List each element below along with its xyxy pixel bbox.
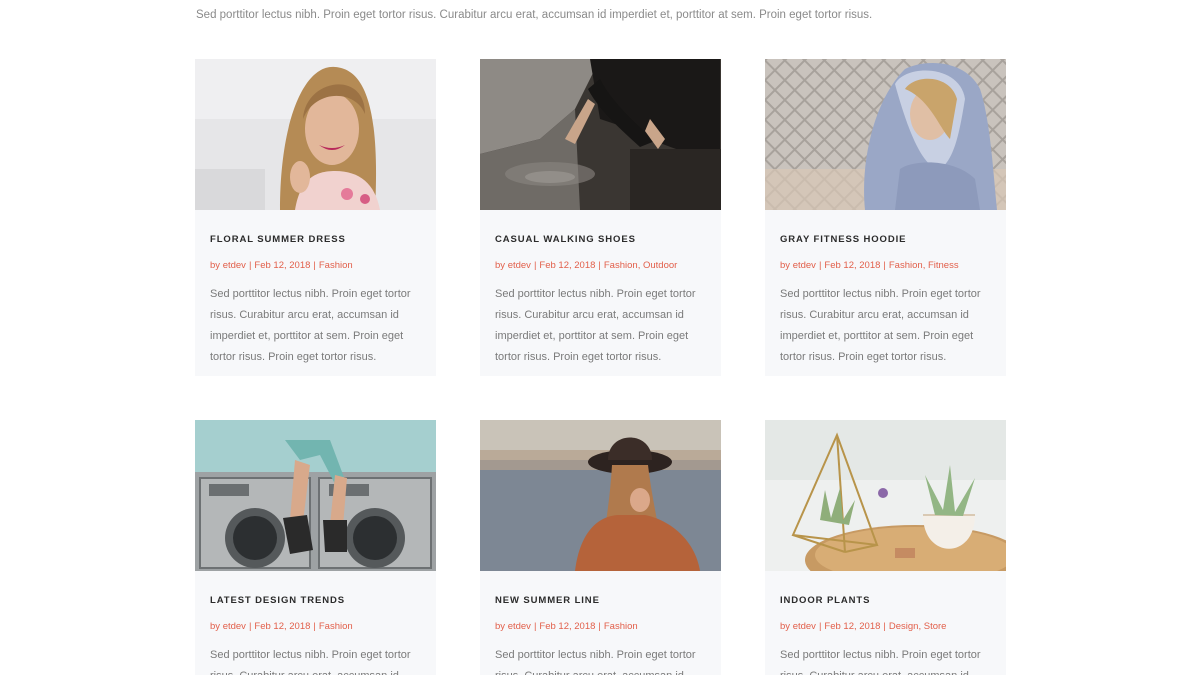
author-link[interactable]: etdev [793, 260, 816, 271]
category-link[interactable]: Fashion [604, 260, 638, 271]
laundromat-photo [195, 420, 436, 571]
post-meta: by etdev | Feb 12, 2018 | Design, Store [780, 621, 947, 632]
post-title[interactable]: NEW SUMMER LINE [495, 595, 706, 606]
post-meta: by etdev | Feb 12, 2018 | Fashion [210, 260, 353, 271]
post-image-link[interactable] [765, 59, 1006, 210]
post-excerpt: Sed porttitor lectus nibh. Proin eget to… [210, 649, 411, 675]
byline-prefix: by [495, 621, 506, 632]
post-excerpt: Sed porttitor lectus nibh. Proin eget to… [210, 288, 411, 363]
post-image-link[interactable] [195, 59, 436, 210]
post-title[interactable]: CASUAL WALKING SHOES [495, 234, 706, 245]
post-meta: by etdev | Feb 12, 2018 | Fashion [495, 621, 638, 632]
post-date: Feb 12, 2018 [824, 621, 881, 632]
post-date: Feb 12, 2018 [254, 260, 311, 271]
category-link[interactable]: Outdoor [643, 260, 677, 271]
smiling-woman-photo [195, 59, 436, 210]
category-link[interactable]: Design [889, 621, 919, 632]
post-image-link[interactable] [480, 420, 721, 571]
post-title[interactable]: INDOOR PLANTS [780, 595, 991, 606]
post-date: Feb 12, 2018 [254, 621, 311, 632]
post-meta: by etdev | Feb 12, 2018 | Fashion, Outdoor [495, 260, 678, 271]
category-link[interactable]: Fitness [928, 260, 959, 271]
water-touch-photo [480, 59, 721, 210]
post-excerpt: Sed porttitor lectus nibh. Proin eget to… [495, 649, 696, 675]
blog-post-card: CASUAL WALKING SHOES by etdev | Feb 12, 20… [480, 59, 721, 376]
hoodie-photo [765, 59, 1006, 210]
post-image-link[interactable] [480, 59, 721, 210]
blog-post-card: INDOOR PLANTS by etdev | Feb 12, 2018 | Desi… [765, 420, 1006, 675]
author-link[interactable]: etdev [223, 260, 246, 271]
author-link[interactable]: etdev [508, 260, 531, 271]
blog-post-card: FLORAL SUMMER DRESS by etdev | Feb 12, 201… [195, 59, 436, 376]
byline-prefix: by [210, 621, 221, 632]
post-date: Feb 12, 2018 [539, 621, 596, 632]
category-link[interactable]: Store [924, 621, 947, 632]
author-link[interactable]: etdev [793, 621, 816, 632]
byline-prefix: by [210, 260, 221, 271]
blog-post-card: LATEST DESIGN TRENDS by etdev | Feb 12, 20… [195, 420, 436, 675]
hat-woman-photo [480, 420, 721, 571]
category-link[interactable]: Fashion [889, 260, 923, 271]
post-date: Feb 12, 2018 [539, 260, 596, 271]
plants-photo [765, 420, 1006, 571]
byline-prefix: by [495, 260, 506, 271]
post-meta: by etdev | Feb 12, 2018 | Fashion [210, 621, 353, 632]
category-link[interactable]: Fashion [319, 260, 353, 271]
blog-post-card: NEW SUMMER LINE by etdev | Feb 12, 2018 | Fa… [480, 420, 721, 675]
post-excerpt: Sed porttitor lectus nibh. Proin eget to… [780, 649, 981, 675]
post-date: Feb 12, 2018 [824, 260, 881, 271]
blog-post-card: GRAY FITNESS HOODIE by etdev | Feb 12, 201… [765, 59, 1006, 376]
post-title[interactable]: GRAY FITNESS HOODIE [780, 234, 991, 245]
category-link[interactable]: Fashion [604, 621, 638, 632]
author-link[interactable]: etdev [508, 621, 531, 632]
post-meta: by etdev | Feb 12, 2018 | Fashion, Fitness [780, 260, 959, 271]
byline-prefix: by [780, 260, 791, 271]
post-image-link[interactable] [765, 420, 1006, 571]
category-link[interactable]: Fashion [319, 621, 353, 632]
post-title[interactable]: LATEST DESIGN TRENDS [210, 595, 421, 606]
post-title[interactable]: FLORAL SUMMER DRESS [210, 234, 421, 245]
author-link[interactable]: etdev [223, 621, 246, 632]
post-excerpt: Sed porttitor lectus nibh. Proin eget to… [495, 288, 696, 363]
byline-prefix: by [780, 621, 791, 632]
post-image-link[interactable] [195, 420, 436, 571]
post-excerpt: Sed porttitor lectus nibh. Proin eget to… [780, 288, 981, 363]
intro-text: Sed porttitor lectus nibh. Proin eget to… [196, 8, 873, 21]
